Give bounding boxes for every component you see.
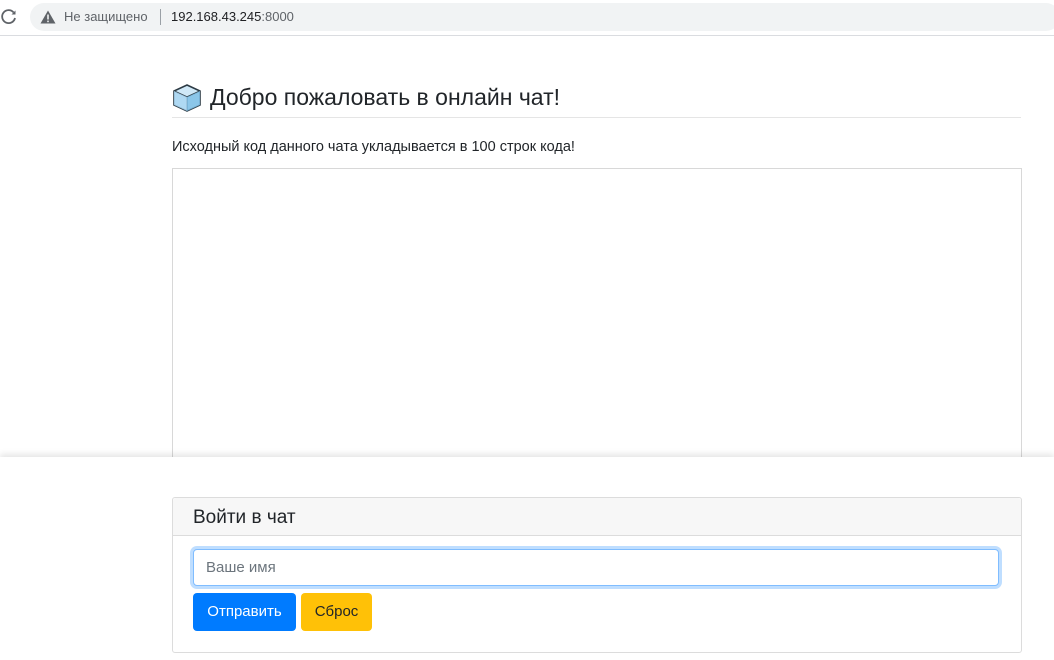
browser-toolbar: Не защищено 192.168.43.245:8000 (0, 0, 1054, 36)
login-card: Войти в чат Отправить Сброс (172, 497, 1022, 653)
address-separator (160, 9, 161, 25)
security-status-label[interactable]: Не защищено (64, 9, 148, 25)
login-card-header: Войти в чат (173, 498, 1021, 536)
chat-messages-area[interactable] (172, 168, 1022, 470)
login-footer: Войти в чат Отправить Сброс (0, 457, 1054, 660)
login-card-title: Войти в чат (193, 507, 296, 528)
page-subtitle: Исходный код данного чата укладывается в… (172, 139, 575, 155)
send-button[interactable]: Отправить (193, 593, 296, 631)
reload-icon[interactable] (0, 8, 18, 26)
url-text[interactable]: 192.168.43.245:8000 (171, 9, 294, 25)
cube-icon (173, 84, 201, 112)
url-port: :8000 (261, 9, 294, 24)
url-host: 192.168.43.245 (171, 9, 262, 24)
page-title: Добро пожаловать в онлайн чат! (210, 84, 561, 110)
reset-button[interactable]: Сброс (301, 593, 372, 631)
warning-triangle-icon[interactable] (40, 10, 56, 24)
name-input[interactable] (193, 549, 999, 586)
page-header: Добро пожаловать в онлайн чат! (172, 82, 1021, 118)
